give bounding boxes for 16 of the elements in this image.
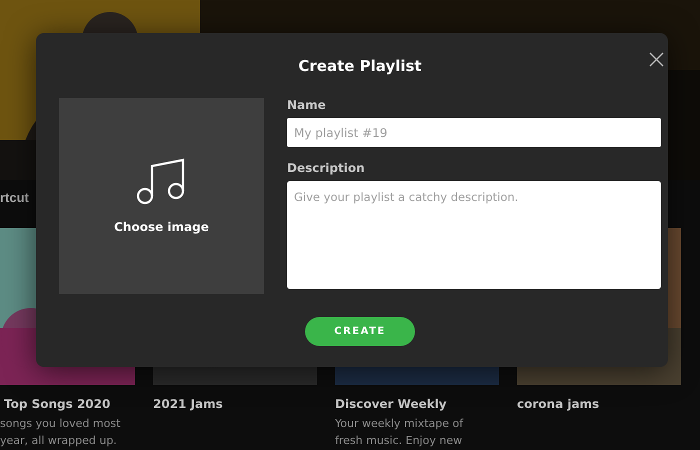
name-input[interactable]: My playlist #19: [287, 118, 661, 147]
card-description: Your weekly mixtape of: [335, 416, 464, 432]
description-field[interactable]: Give your playlist a catchy description.: [287, 181, 661, 289]
field-label: Name: [287, 98, 327, 112]
dialog-title: Create Playlist: [298, 57, 422, 75]
card-description: year, all wrapped up.: [0, 433, 118, 449]
card-title[interactable]: Top Songs 2020: [0, 397, 135, 411]
card-title[interactable]: corona jams: [517, 397, 681, 411]
card-title[interactable]: Discover Weekly: [335, 397, 499, 411]
card-title[interactable]: 2021 Jams: [153, 397, 317, 411]
card-description: fresh music. Enjoy new: [335, 433, 464, 449]
choose-image-button[interactable]: Choose image: [59, 98, 264, 294]
close-icon[interactable]: [649, 52, 664, 67]
field-label: Description: [287, 161, 366, 175]
section-heading: rtcut: [0, 190, 29, 207]
card-description: songs you loved most: [0, 416, 122, 432]
